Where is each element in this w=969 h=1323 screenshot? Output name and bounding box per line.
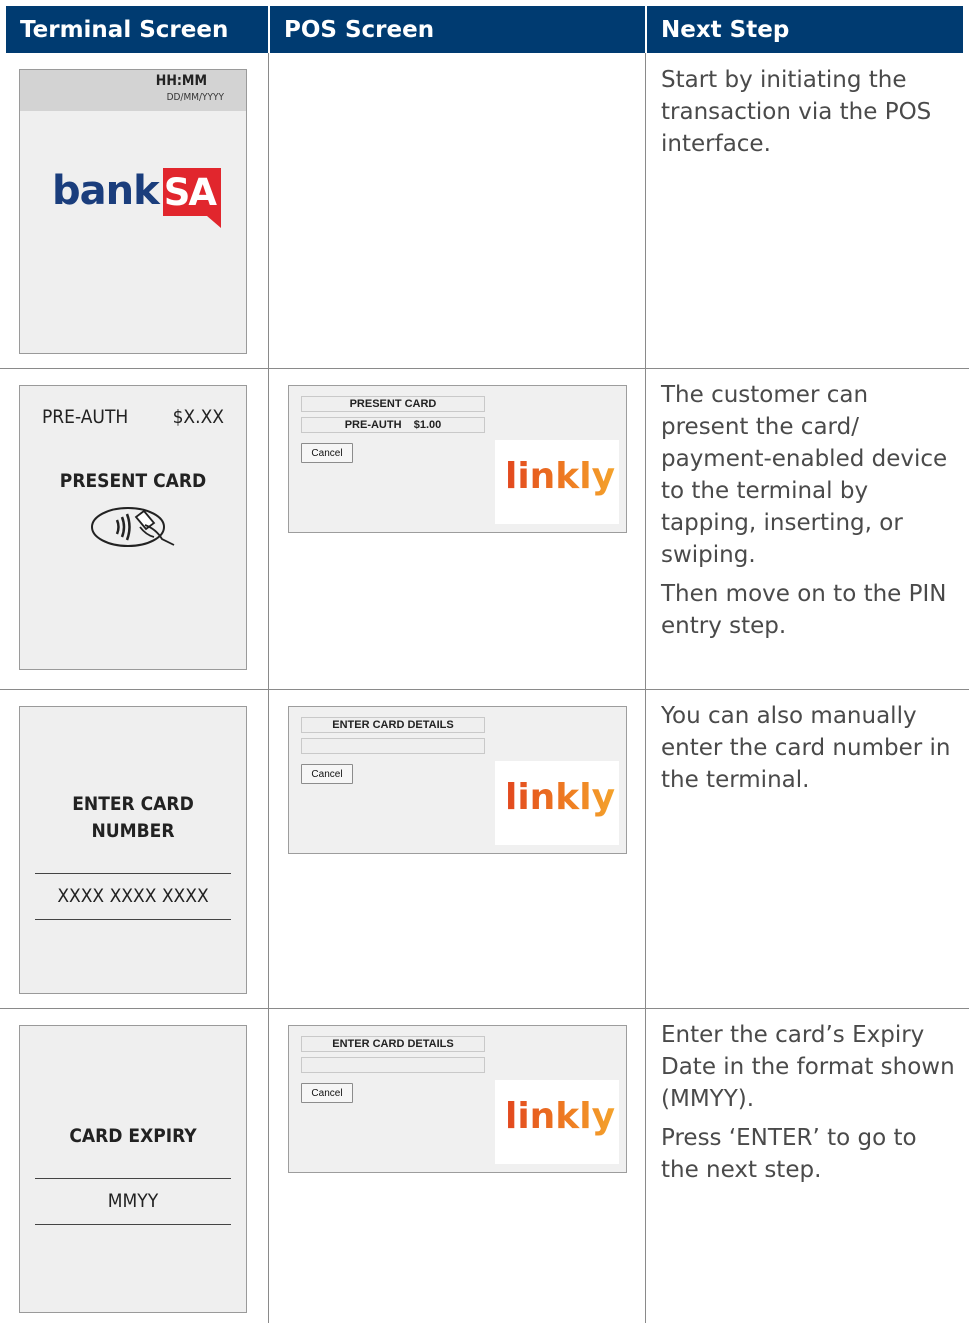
- linkly-logo-text: linkly: [505, 777, 616, 818]
- banksa-logo-badge: SA: [162, 168, 221, 228]
- terminal-status-bar: HH:MM DD/MM/YYYY: [20, 70, 246, 111]
- terminal-prompt-line-2: NUMBER: [91, 820, 175, 842]
- next-step-text: Start by initiating the transaction via …: [661, 67, 932, 157]
- terminal-input-top-rule: [35, 1178, 231, 1179]
- cancel-button[interactable]: Cancel: [301, 443, 353, 463]
- pos-status-line-1: ENTER CARD DETAILS: [301, 717, 485, 733]
- header-pos-screen: POS Screen: [270, 6, 645, 53]
- banksa-badge-text: SA: [163, 171, 217, 214]
- terminal-expiry-field: MMYY: [107, 1190, 159, 1212]
- row-divider: [0, 368, 969, 369]
- header-terminal-label: Terminal Screen: [20, 16, 229, 43]
- terminal-input-bottom-rule: [35, 919, 231, 920]
- pos-status-line-2: [301, 1057, 485, 1073]
- next-step-text: Then move on to the PIN entry step.: [661, 581, 947, 639]
- next-step-3: You can also manually enter the card num…: [661, 700, 961, 796]
- pos-status-line-1: PRESENT CARD: [301, 396, 485, 412]
- header-next-step-label: Next Step: [661, 16, 790, 43]
- pos-status-line-2: PRE-AUTH $1.00: [301, 417, 485, 433]
- pos-screen-present-card: PRESENT CARD PRE-AUTH $1.00 Cancel linkl…: [288, 385, 627, 533]
- header-pos-label: POS Screen: [284, 16, 435, 43]
- pos-status-line-2: [301, 738, 485, 754]
- linkly-logo-text: linkly: [505, 456, 616, 497]
- pos-screen-enter-card-details: ENTER CARD DETAILS Cancel linkly: [288, 706, 627, 854]
- row-divider: [0, 689, 969, 690]
- next-step-text: Press ‘ENTER’ to go to the next step.: [661, 1125, 917, 1183]
- next-step-2: The customer can present the card/ payme…: [661, 379, 961, 642]
- pos-screen-enter-card-details: ENTER CARD DETAILS Cancel linkly: [288, 1025, 627, 1173]
- header-terminal-screen: Terminal Screen: [6, 6, 268, 53]
- linkly-logo: linkly: [495, 440, 619, 524]
- column-divider: [268, 53, 269, 1323]
- banksa-logo: bank SA: [52, 160, 221, 228]
- next-step-1: Start by initiating the transaction via …: [661, 64, 961, 160]
- terminal-card-number-field: XXXX XXXX XXXX: [57, 885, 209, 907]
- terminal-prompt: PRESENT CARD: [59, 470, 207, 492]
- cancel-button[interactable]: Cancel: [301, 764, 353, 784]
- terminal-date: DD/MM/YYYY: [166, 92, 224, 103]
- terminal-amount: $X.XX: [172, 406, 224, 428]
- header-next-step: Next Step: [647, 6, 963, 53]
- row-divider: [0, 1008, 969, 1009]
- next-step-text: You can also manually enter the card num…: [661, 703, 951, 793]
- linkly-logo: linkly: [495, 1080, 619, 1164]
- cancel-button[interactable]: Cancel: [301, 1083, 353, 1103]
- terminal-time: HH:MM: [155, 73, 207, 89]
- terminal-screen-idle: HH:MM DD/MM/YYYY bank SA: [19, 69, 247, 354]
- banksa-logo-word: bank: [52, 168, 160, 214]
- contactless-card-icon: [90, 505, 178, 553]
- next-step-text: Enter the card’s Expiry Date in the form…: [661, 1022, 955, 1112]
- terminal-prompt: CARD EXPIRY: [69, 1125, 197, 1147]
- terminal-prompt-line-1: ENTER CARD: [72, 793, 194, 815]
- next-step-4: Enter the card’s Expiry Date in the form…: [661, 1019, 961, 1186]
- terminal-preauth-label: PRE-AUTH: [42, 406, 129, 428]
- terminal-screen-card-expiry: CARD EXPIRY MMYY: [19, 1025, 247, 1313]
- linkly-logo-text: linkly: [505, 1096, 616, 1137]
- pos-status-line-1: ENTER CARD DETAILS: [301, 1036, 485, 1052]
- terminal-screen-enter-card-number: ENTER CARD NUMBER XXXX XXXX XXXX: [19, 706, 247, 994]
- column-divider: [645, 53, 646, 1323]
- next-step-text: The customer can present the card/ payme…: [661, 382, 948, 568]
- terminal-input-bottom-rule: [35, 1224, 231, 1225]
- linkly-logo: linkly: [495, 761, 619, 845]
- terminal-screen-present-card: PRE-AUTH $X.XX PRESENT CARD: [19, 385, 247, 670]
- terminal-input-top-rule: [35, 873, 231, 874]
